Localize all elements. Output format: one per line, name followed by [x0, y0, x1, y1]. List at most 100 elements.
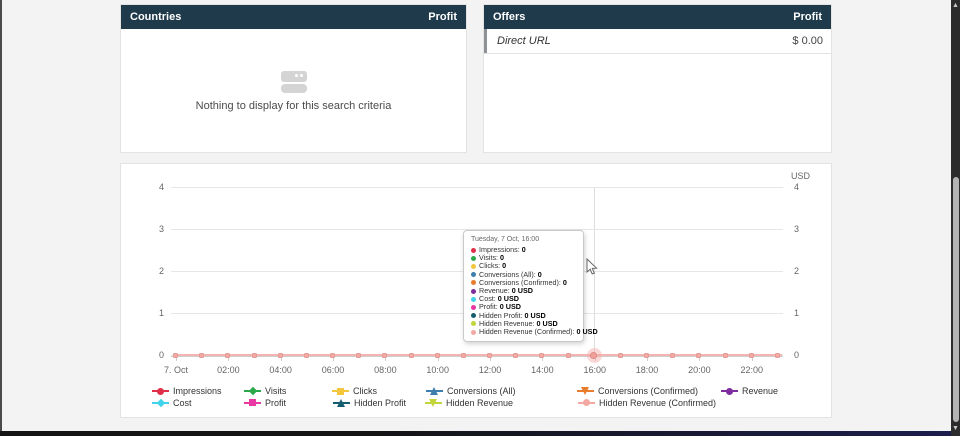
- legend-item-hidden-profit[interactable]: Hidden Profit: [333, 397, 406, 409]
- offers-profit-column-header: Profit: [793, 11, 822, 23]
- legend-item-conversions-confirmed[interactable]: Conversions (Confirmed): [577, 385, 698, 397]
- legend-item-impressions[interactable]: Impressions: [152, 385, 222, 397]
- offers-panel: Offers Profit Direct URL $ 0.00: [483, 4, 832, 153]
- data-point-marker[interactable]: [304, 353, 309, 358]
- triangle-down-series-marker-icon: [577, 386, 594, 397]
- x-axis-label: 04:00: [251, 365, 311, 375]
- legend-label: Impressions: [173, 386, 222, 396]
- x-axis-label: 12:00: [460, 365, 520, 375]
- data-point-marker[interactable]: [278, 353, 283, 358]
- y-axis-label-right: 1: [794, 308, 799, 318]
- data-point-marker[interactable]: [670, 353, 675, 358]
- legend-item-profit[interactable]: Profit: [244, 397, 286, 409]
- y-axis-unit-label: USD: [791, 171, 810, 181]
- triangle-series-marker-icon: [333, 397, 350, 408]
- window-bottom-edge: [0, 431, 960, 436]
- x-axis-label: 14:00: [512, 365, 572, 375]
- x-axis-label: 08:00: [355, 365, 415, 375]
- y-axis-label-left: 0: [121, 350, 164, 360]
- y-axis-label-right: 2: [794, 266, 799, 276]
- triangle-down-series-marker-icon: [425, 397, 442, 408]
- countries-panel: Countries Profit Nothing to display for …: [120, 4, 467, 153]
- dashboard-screen: Countries Profit Nothing to display for …: [0, 0, 960, 436]
- offers-panel-title: Offers: [493, 11, 525, 23]
- data-point-marker[interactable]: [173, 353, 178, 358]
- legend-item-visits[interactable]: Visits: [244, 385, 286, 397]
- data-point-marker[interactable]: [461, 353, 466, 358]
- legend-label: Revenue: [742, 386, 778, 396]
- data-point-marker[interactable]: [696, 353, 701, 358]
- data-point-marker[interactable]: [775, 353, 780, 358]
- legend-label: Profit: [265, 398, 286, 408]
- data-point-marker[interactable]: [382, 353, 387, 358]
- data-point-marker[interactable]: [618, 353, 623, 358]
- data-point-marker[interactable]: [252, 353, 257, 358]
- gridline: [171, 187, 783, 188]
- legend-label: Visits: [265, 386, 286, 396]
- chart-plot-area[interactable]: USD Tuesday, 7 Oct, 16:00 Impressions: 0…: [121, 164, 831, 417]
- square-series-marker-icon: [244, 397, 261, 408]
- chart-tooltip: Tuesday, 7 Oct, 16:00 Impressions: 0Visi…: [463, 230, 584, 342]
- legend-item-revenue[interactable]: Revenue: [721, 385, 778, 397]
- data-point-marker[interactable]: [566, 353, 571, 358]
- series-color-bullet-icon: [471, 305, 476, 310]
- legend-item-hidden-revenue-confirmed[interactable]: Hidden Revenue (Confirmed): [578, 397, 716, 409]
- data-point-marker[interactable]: [199, 353, 204, 358]
- data-point-marker[interactable]: [539, 353, 544, 358]
- legend-item-clicks[interactable]: Clicks: [332, 385, 377, 397]
- y-axis-label-right: 3: [794, 224, 799, 234]
- scrollbar-thumb[interactable]: [953, 177, 959, 422]
- series-color-bullet-icon: [471, 272, 476, 277]
- series-color-bullet-icon: [471, 256, 476, 261]
- legend-item-conversions-all[interactable]: Conversions (All): [426, 385, 516, 397]
- chart-panel: USD Tuesday, 7 Oct, 16:00 Impressions: 0…: [120, 163, 832, 418]
- legend-item-hidden-revenue[interactable]: Hidden Revenue: [425, 397, 513, 409]
- series-color-bullet-icon: [471, 248, 476, 253]
- window-left-edge: [0, 0, 2, 436]
- offer-row-direct-url[interactable]: Direct URL $ 0.00: [484, 29, 831, 54]
- countries-panel-title: Countries: [130, 11, 181, 23]
- y-axis-label-left: 2: [121, 266, 164, 276]
- series-color-bullet-icon: [471, 280, 476, 285]
- legend-label: Conversions (Confirmed): [598, 386, 698, 396]
- data-point-marker[interactable]: [487, 353, 492, 358]
- series-color-bullet-icon: [471, 313, 476, 318]
- x-axis-label: 20:00: [669, 365, 729, 375]
- circle-series-marker-icon: [578, 397, 595, 408]
- data-point-marker[interactable]: [644, 353, 649, 358]
- countries-panel-header: Countries Profit: [121, 5, 466, 29]
- data-point-marker[interactable]: [749, 353, 754, 358]
- legend-label: Conversions (All): [447, 386, 516, 396]
- x-axis-label: 16:00: [565, 365, 625, 375]
- series-color-bullet-icon: [471, 330, 476, 335]
- circle-series-marker-icon: [721, 386, 738, 397]
- y-axis-label-right: 0: [794, 350, 799, 360]
- x-axis-label: 06:00: [303, 365, 363, 375]
- page-scrollbar[interactable]: ▲ ▼: [951, 0, 960, 436]
- countries-profit-column-header: Profit: [428, 11, 457, 23]
- scrollbar-up-arrow-icon[interactable]: ▲: [951, 1, 960, 11]
- offer-profit-value: $ 0.00: [792, 35, 823, 47]
- data-point-marker[interactable]: [330, 353, 335, 358]
- data-point-marker[interactable]: [723, 353, 728, 358]
- scrollbar-down-arrow-icon[interactable]: ▼: [951, 424, 960, 434]
- legend-item-cost[interactable]: Cost: [152, 397, 192, 409]
- x-axis-line: [171, 356, 783, 357]
- data-point-marker[interactable]: [225, 353, 230, 358]
- y-axis-label-left: 3: [121, 224, 164, 234]
- data-point-marker[interactable]: [513, 353, 518, 358]
- empty-state-message: Nothing to display for this search crite…: [196, 100, 392, 112]
- x-axis-label: 22:00: [722, 365, 782, 375]
- data-point-marker[interactable]: [435, 353, 440, 358]
- legend-label: Hidden Revenue (Confirmed): [599, 398, 716, 408]
- series-color-bullet-icon: [471, 289, 476, 294]
- series-color-bullet-icon: [471, 264, 476, 269]
- data-point-marker[interactable]: [356, 353, 361, 358]
- countries-empty-state: Nothing to display for this search crite…: [121, 29, 466, 153]
- diamond-series-marker-icon: [244, 386, 261, 397]
- triangle-series-marker-icon: [426, 386, 443, 397]
- diamond-series-marker-icon: [152, 397, 169, 408]
- data-point-marker[interactable]: [409, 353, 414, 358]
- series-color-bullet-icon: [471, 321, 476, 326]
- x-axis-label: 18:00: [617, 365, 677, 375]
